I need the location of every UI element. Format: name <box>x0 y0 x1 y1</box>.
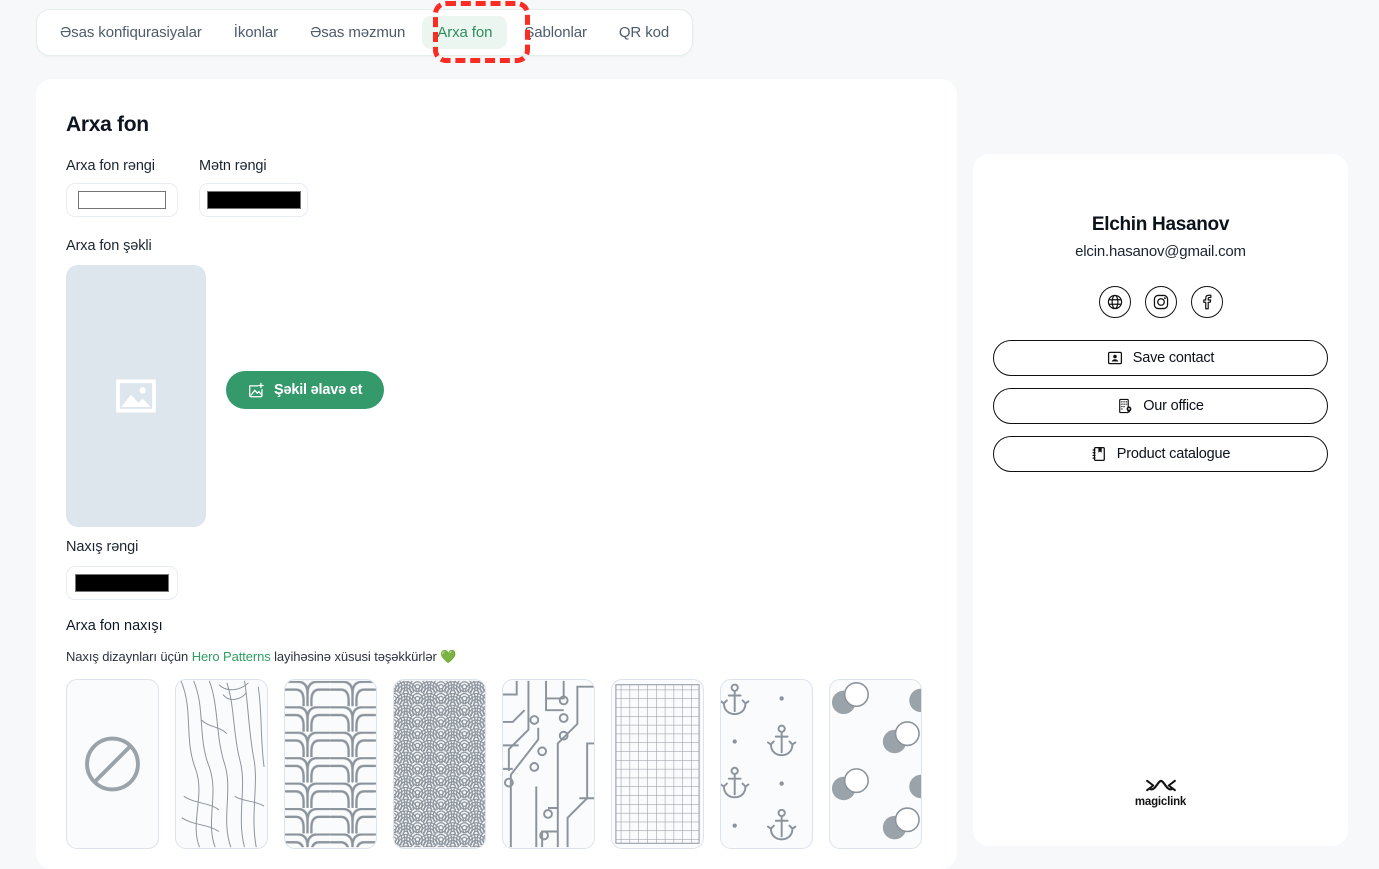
building-location-icon <box>1119 398 1132 414</box>
social-link-facebook[interactable] <box>1190 286 1223 318</box>
our-office-label: Our office <box>1143 398 1204 414</box>
pattern-option-topography[interactable] <box>175 679 268 849</box>
preview-action-buttons: Save contact Our office Product catalogu… <box>993 340 1328 472</box>
pattern-credit-text: Naxış dizaynları üçün Hero Patterns layi… <box>66 649 456 665</box>
grid-pattern <box>615 684 700 844</box>
pattern-option-chevron[interactable] <box>284 679 377 849</box>
pattern-color-swatch <box>75 574 169 592</box>
tab-qr-kod[interactable]: QR kod <box>604 16 684 49</box>
facebook-icon <box>1202 294 1211 310</box>
topography-pattern <box>180 680 265 848</box>
contact-card-icon <box>1107 351 1122 365</box>
add-image-button[interactable]: Şəkil əlavə et <box>226 371 385 409</box>
text-color-input[interactable] <box>199 183 308 217</box>
preview-contact-email: elcin.hasanov@gmail.com <box>1075 243 1246 260</box>
pattern-option-bubbles[interactable] <box>829 679 922 849</box>
globe-icon <box>1107 294 1122 310</box>
save-contact-label: Save contact <box>1132 350 1215 366</box>
preview-contact-name: Elchin Hasanov <box>1091 214 1230 235</box>
tab-esas-mezmun[interactable]: Əsas məzmun <box>295 16 420 49</box>
image-icon <box>116 379 156 413</box>
add-image-icon <box>249 382 264 397</box>
product-catalogue-label: Product catalogue <box>1116 446 1231 462</box>
tab-esas-konfiqurasiyalar[interactable]: Əsas konfiqurasiyalar <box>45 16 217 49</box>
background-color-input[interactable] <box>66 183 178 217</box>
background-color-swatch <box>78 191 166 209</box>
pattern-option-anchors[interactable] <box>720 679 813 849</box>
pattern-color-input[interactable] <box>66 566 178 600</box>
tab-bar: Əsas konfiqurasiyalar İkonlar Əsas məzmu… <box>36 9 694 56</box>
text-color-field: Mətn rəngi <box>199 158 308 217</box>
color-fields-row: Arxa fon rəngi Mətn rəngi <box>66 158 308 217</box>
tab-ikonlar[interactable]: İkonlar <box>219 16 293 49</box>
notebook-icon <box>1092 446 1105 462</box>
wave-pattern <box>394 680 485 848</box>
pattern-color-label: Naxış rəngi <box>66 539 139 555</box>
pattern-section-title: Arxa fon naxışı <box>66 618 163 634</box>
circuit-board-pattern <box>503 680 594 848</box>
social-link-website[interactable] <box>1098 286 1131 318</box>
preview-social-links <box>973 286 1348 318</box>
magiclink-logo <box>1145 779 1176 792</box>
pattern-option-seigaiha[interactable] <box>393 679 486 849</box>
background-image-label: Arxa fon şəkli <box>66 238 152 254</box>
pattern-credit-prefix: Naxış dizaynları üçün <box>66 649 192 664</box>
save-contact-button[interactable]: Save contact <box>993 340 1328 376</box>
tab-sablonlar[interactable]: Şablonlar <box>509 16 601 49</box>
instagram-icon <box>1153 294 1168 310</box>
background-color-label: Arxa fon rəngi <box>66 158 155 174</box>
text-color-swatch <box>206 191 301 209</box>
magiclink-brand: magiclink <box>973 778 1348 808</box>
background-image-preview[interactable] <box>66 265 206 527</box>
background-settings-card: Arxa fon Arxa fon rəngi Mətn rəngi Arxa … <box>36 79 957 869</box>
pattern-credit-suffix: layihəsinə xüsusi təşəkkürlər <box>270 649 441 664</box>
our-office-button[interactable]: Our office <box>993 388 1328 424</box>
page-title: Arxa fon <box>66 113 149 136</box>
magiclink-brand-text: magiclink <box>1134 796 1187 808</box>
pattern-option-graph-paper[interactable] <box>611 679 704 849</box>
pattern-thumbnail-grid <box>66 679 922 849</box>
bubbles-pattern <box>831 682 921 840</box>
anchor-pattern <box>721 683 797 841</box>
tab-arxa-fon[interactable]: Arxa fon <box>422 16 508 49</box>
background-color-field: Arxa fon rəngi <box>66 158 178 217</box>
preview-card: Elchin Hasanov elcin.hasanov@gmail.com S… <box>973 154 1348 846</box>
pattern-option-none[interactable] <box>66 679 159 849</box>
hero-patterns-link[interactable]: Hero Patterns <box>192 649 271 664</box>
text-color-label: Mətn rəngi <box>199 158 267 174</box>
green-heart-icon: 💚 <box>440 649 457 664</box>
social-link-instagram[interactable] <box>1144 286 1177 318</box>
chevron-pattern <box>285 680 376 848</box>
add-image-button-label: Şəkil əlavə et <box>274 382 363 398</box>
pattern-option-circuit[interactable] <box>502 679 595 849</box>
circle-slash-icon <box>85 736 140 792</box>
product-catalogue-button[interactable]: Product catalogue <box>993 436 1328 472</box>
